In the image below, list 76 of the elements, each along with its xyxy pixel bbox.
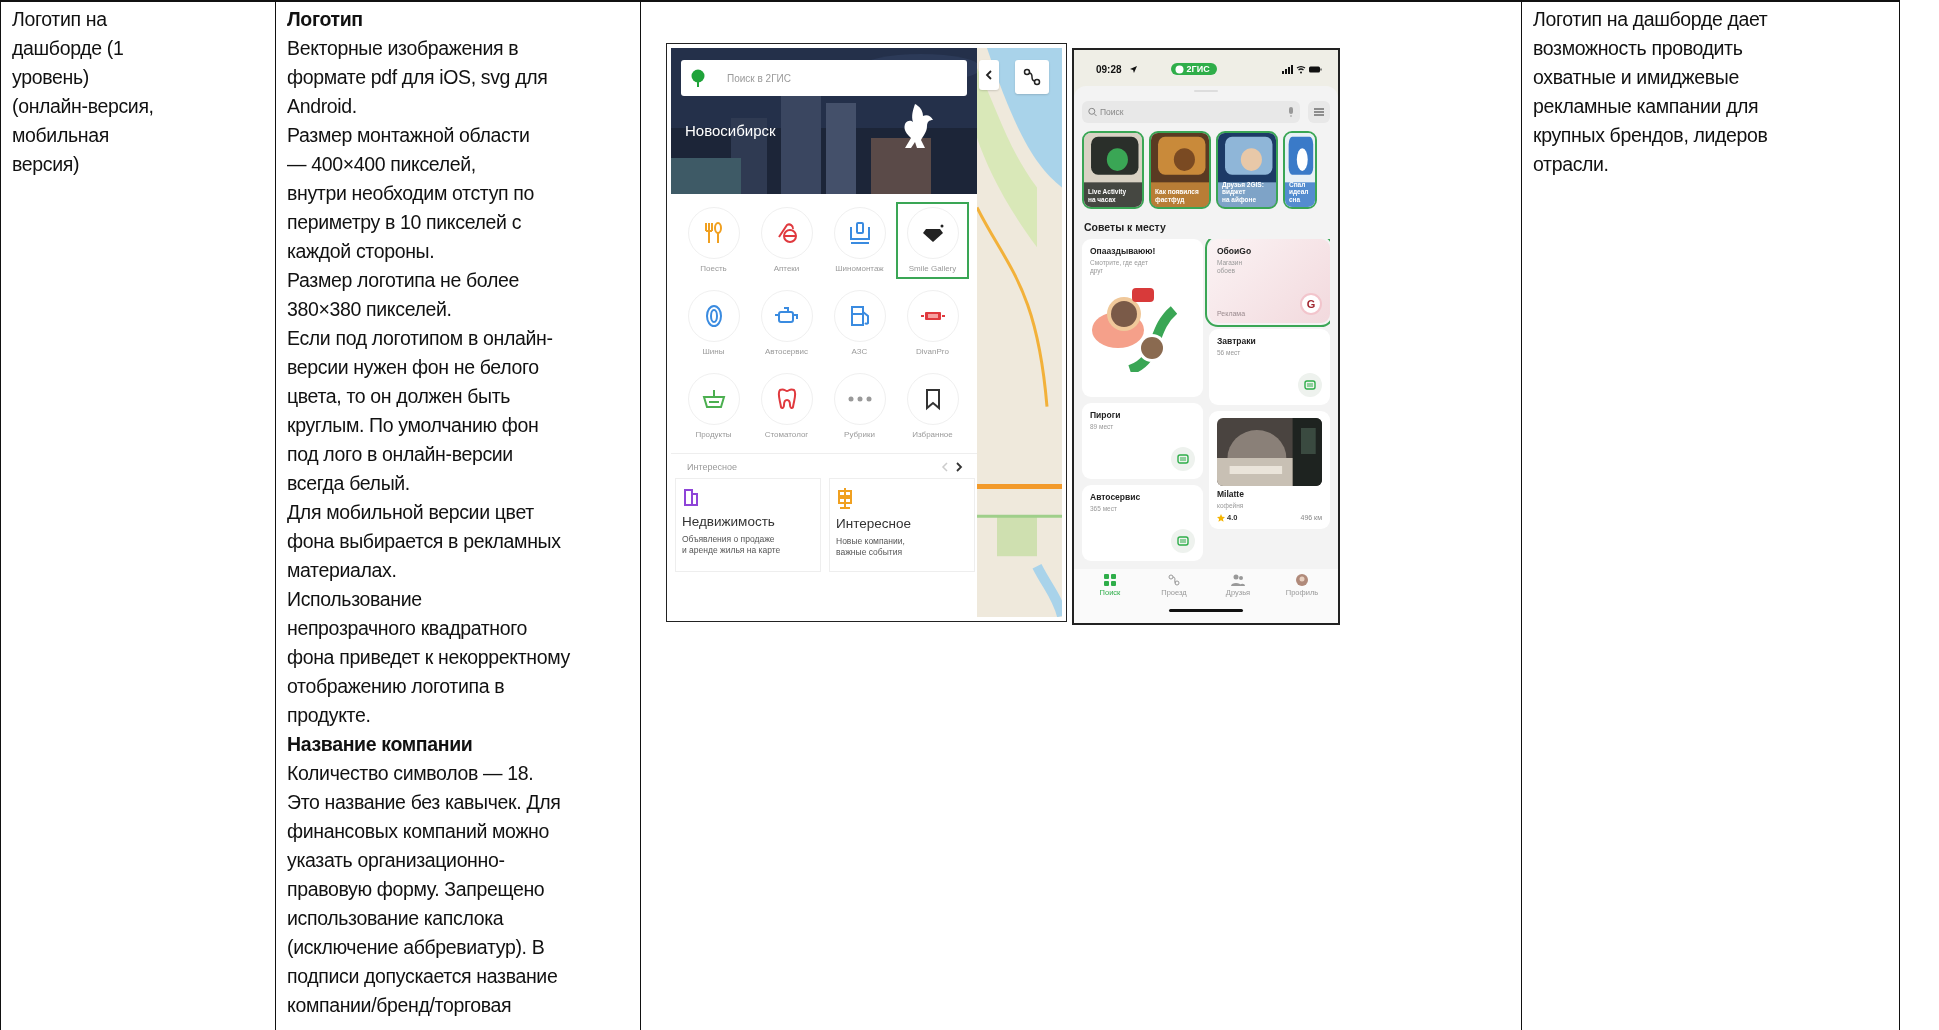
category-label: АЗС (851, 347, 868, 356)
category-icon (1177, 535, 1189, 547)
category-label: Автосервис (764, 347, 809, 356)
category-item[interactable]: DivanPro (896, 285, 969, 362)
menu-button[interactable] (1308, 101, 1330, 123)
brand-logo: G (1300, 293, 1322, 315)
chevron-left-icon (985, 70, 993, 80)
signpost-icon (836, 487, 854, 509)
category-item[interactable]: Рубрики (823, 368, 896, 445)
category-icon (1177, 453, 1189, 465)
feature-card[interactable]: Интересное Новые компании, важные события (829, 478, 975, 572)
building-icon (682, 487, 700, 507)
route-icon (1168, 574, 1180, 586)
category-label: Smile Gallery (908, 264, 957, 273)
section-title: Интересное (687, 462, 738, 472)
category-item[interactable]: Smile Gallery (896, 202, 969, 279)
category-label: Аптеки (773, 264, 800, 273)
category-item[interactable]: Поесть (677, 202, 750, 279)
category-icon (1304, 379, 1316, 391)
tip-title: Milatte (1217, 489, 1245, 499)
category-item[interactable]: Избранное (896, 368, 969, 445)
microphone-icon (1288, 107, 1294, 117)
tip-title: Опааздываюю! (1090, 246, 1157, 256)
grid-icon (1104, 574, 1116, 586)
description-text: Логотип на дашборде дает возможность проводить охватные и имиджевые рекламные кампании для крупных брендов, лидеров отрасли. (1533, 7, 1768, 177)
category-label: Рубрики (844, 430, 875, 439)
category-label: Шины (702, 347, 725, 356)
route-button[interactable] (1015, 60, 1049, 94)
tip-title: Автосервис (1090, 492, 1142, 502)
requirement-text: Векторные изображения в формате pdf для iOS, svg для Android. (287, 36, 548, 119)
search-field[interactable]: Поиск (1082, 101, 1300, 123)
card-description: Объявления о продаже и аренде жилья на карте (682, 534, 782, 555)
search-icon (1088, 107, 1097, 117)
category-label: Поесть (700, 264, 727, 273)
logo-icon (1174, 64, 1184, 74)
requirement-text: Использование непрозрачного квадратного фона приведет к некорректному отображению логотипа в продукте. (287, 587, 570, 728)
requirement-text: Количество символов — 18. Это название без кавычек. Для финансовых компаний можно указать организационно- правовую форму. Запрещено использование капслока (исключение аббревиатур). В подписи допускается название компании/бренд/торговая (287, 761, 561, 1018)
people-icon (1231, 574, 1245, 586)
status-icons (1282, 64, 1322, 74)
category-label: Продукты (695, 430, 732, 439)
status-time: 09:28 (1096, 63, 1122, 75)
category-item[interactable]: Продукты (677, 368, 750, 445)
category-item[interactable]: Шиномонтаж (823, 202, 896, 279)
requirement-text: Для мобильной версии цвет фона выбирается в рекламных материалах. (287, 500, 561, 583)
tip-title: Завтраки (1217, 336, 1257, 346)
category-label: Стоматолог (764, 430, 809, 439)
tip-title: Пироги (1090, 410, 1122, 420)
location-arrow-icon (1129, 65, 1137, 73)
requirement-text: Размер монтажной области — 400×400 пикселей, внутри необходим отступ по периметру в 10 пикселей с каждой стороны. (287, 123, 535, 264)
dots-icon (847, 395, 872, 403)
avatar-icon (1296, 574, 1308, 586)
chevron-right-icon[interactable] (955, 462, 963, 472)
feature-card[interactable]: Недвижимость Объявления о продаже и аренде жилья на карте (675, 478, 821, 572)
section-heading: Название компании (287, 732, 473, 757)
requirement-text: Размер логотипа не более 380×380 пикселей. (287, 268, 519, 322)
star-icon (1217, 513, 1225, 522)
section-title: Советы к месту (1084, 221, 1167, 233)
menu-icon (1314, 108, 1324, 116)
category-item[interactable]: Аптеки (750, 202, 823, 279)
category-label: Избранное (912, 430, 953, 439)
route-icon (1023, 68, 1041, 86)
feature-name: Логотип на дашборде (1 уровень) (онлайн-версия, мобильная версия) (12, 7, 154, 177)
category-item[interactable]: Стоматолог (750, 368, 823, 445)
app-badge-text: 2ГИС (1186, 64, 1210, 74)
category-item[interactable]: Автосервис (750, 285, 823, 362)
requirement-text: Если под логотипом в онлайн- версии нужен фон не белого цвета, то он должен быть круглым. По умолчанию фон под лого в онлайн-версии всегда белый. (287, 326, 553, 496)
section-heading: Логотип (287, 7, 363, 32)
card-title: Недвижимость (682, 514, 776, 529)
category-label: DivanPro (916, 347, 949, 356)
category-item[interactable]: АЗС (823, 285, 896, 362)
card-title: Интересное (836, 516, 912, 531)
card-description: Новые компании, важные события (836, 536, 906, 557)
category-item[interactable]: Шины (677, 285, 750, 362)
back-button[interactable] (979, 60, 999, 90)
tip-title: ОбоиGo (1217, 246, 1253, 256)
category-label: Шиномонтаж (835, 264, 884, 273)
